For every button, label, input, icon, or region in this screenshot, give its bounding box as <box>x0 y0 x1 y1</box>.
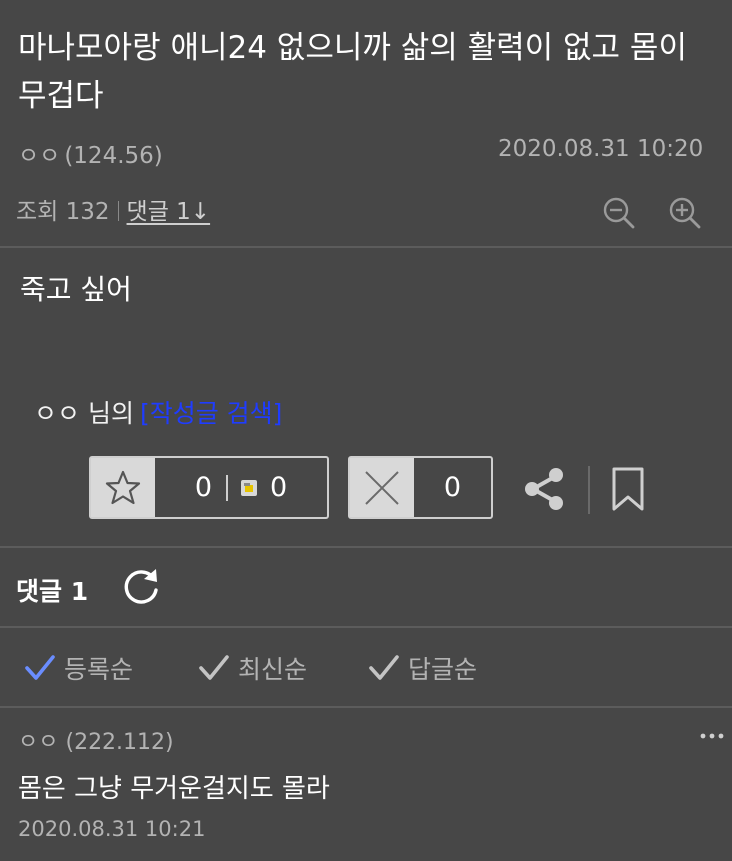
post-meta: ㅇㅇ (124.56) 2020.08.31 10:20 <box>18 136 732 170</box>
more-icon[interactable] <box>700 732 724 740</box>
comment-sort: 등록순 최신순 답글순 <box>24 650 724 690</box>
author-search-link[interactable]: [작성글 검색] <box>140 399 282 428</box>
comment-item: ㅇㅇ (222.112) 몸은 그냥 무거운걸지도 몰라 2020.08.31 … <box>18 724 718 841</box>
recommend-counts: 0 0 <box>155 458 327 517</box>
actions-divider <box>0 546 732 548</box>
action-separator <box>588 466 590 514</box>
author-search: ㅇㅇ 님의 [작성글 검색] <box>34 394 282 430</box>
post-title: 마나모아랑 애니24 없으니까 삶의 활력이 없고 몸이 무겁다 <box>18 30 687 114</box>
fixed-recommend-count: 0 <box>270 472 288 503</box>
post-stats: 조회 132 댓글 1↓ <box>16 192 210 226</box>
header-divider <box>0 246 732 248</box>
dislike-button[interactable] <box>350 458 414 517</box>
sort-label: 등록순 <box>64 655 134 684</box>
author-ip: (124.56) <box>64 143 163 169</box>
check-icon <box>25 655 55 680</box>
comment-text: 몸은 그냥 무거운걸지도 몰라 <box>18 774 330 804</box>
stats-separator <box>117 201 119 221</box>
recommend-box: 0 0 <box>89 456 329 519</box>
comment-author[interactable]: ㅇㅇ <box>18 730 58 755</box>
check-icon <box>199 655 229 680</box>
comments-jump-link[interactable]: 댓글 1↓ <box>127 199 211 225</box>
post-date: 2020.08.31 10:20 <box>498 136 704 162</box>
comment-date: 2020.08.31 10:21 <box>18 817 206 841</box>
comments-divider <box>0 626 732 628</box>
author-search-name: ㅇㅇ 님의 <box>34 399 134 428</box>
sort-replies[interactable]: 답글순 <box>368 650 477 686</box>
recommend-count: 0 <box>194 472 212 503</box>
author-name[interactable]: ㅇㅇ <box>18 143 60 169</box>
zoom-out-icon[interactable] <box>602 196 636 230</box>
post-body: 죽고 싶어 <box>20 273 132 306</box>
dislike-box: 0 <box>348 456 493 519</box>
sort-label: 최신순 <box>238 655 308 684</box>
star-icon <box>105 470 141 504</box>
view-count: 조회 132 <box>16 199 110 225</box>
bookmark-icon[interactable] <box>610 466 646 512</box>
share-icon[interactable] <box>522 466 568 512</box>
sort-registered[interactable]: 등록순 <box>24 650 133 686</box>
zoom-in-icon[interactable] <box>668 196 702 230</box>
recommend-button[interactable] <box>91 458 155 517</box>
dislike-count: 0 <box>443 472 462 503</box>
count-separator <box>226 474 228 501</box>
comment-ip: (222.112) <box>65 730 174 755</box>
fixed-recommend-icon <box>241 479 257 496</box>
sort-divider <box>0 706 732 708</box>
refresh-icon[interactable] <box>120 566 162 608</box>
check-icon <box>369 655 399 680</box>
comment-meta: ㅇㅇ (222.112) <box>18 724 718 756</box>
sort-label: 답글순 <box>408 655 478 684</box>
sort-latest[interactable]: 최신순 <box>198 650 307 686</box>
comments-header: 댓글 1 <box>16 577 89 606</box>
x-icon <box>365 470 399 505</box>
